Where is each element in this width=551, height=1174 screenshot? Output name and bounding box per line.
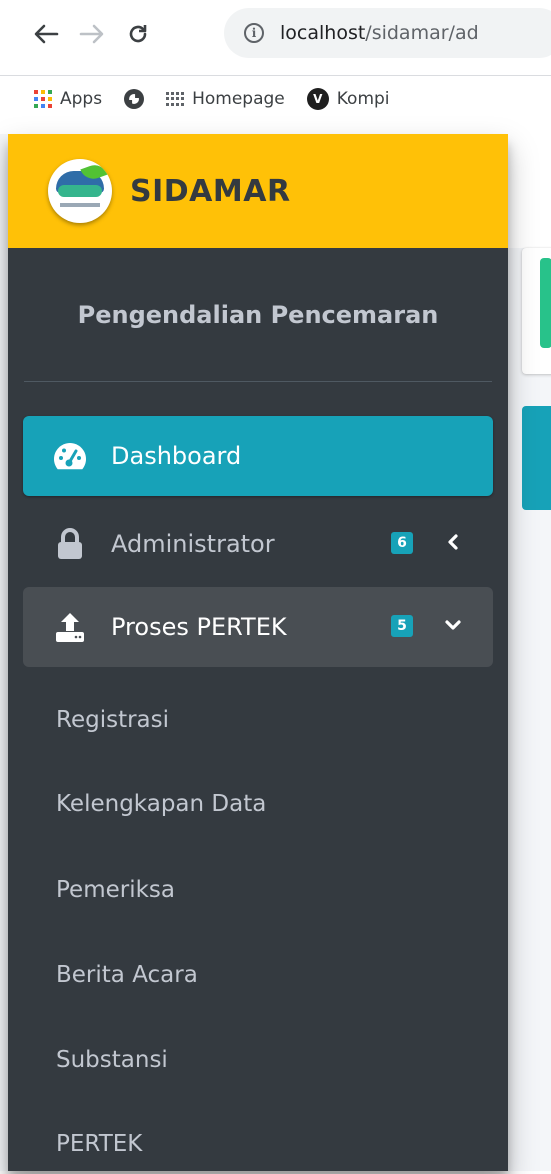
- lock-icon: [53, 527, 87, 561]
- bookmarks-bar: Apps Homepage V Kompi: [0, 76, 551, 122]
- sub-item-label: Substansi: [56, 1047, 168, 1073]
- bookmark-globe[interactable]: [124, 89, 145, 109]
- count-badge: 5: [391, 615, 413, 637]
- address-bar[interactable]: i localhost/sidamar/ad: [224, 8, 551, 58]
- sub-item-label: PERTEK: [56, 1131, 143, 1157]
- nav-label: Dashboard: [111, 442, 242, 470]
- page-area: SIDAMAR Pengendalian Pencemaran Dashboar…: [0, 134, 551, 1171]
- user-panel: Pengendalian Pencemaran: [24, 248, 492, 382]
- back-arrow-icon[interactable]: [30, 18, 62, 50]
- url-text: localhost/sidamar/ad: [280, 22, 479, 44]
- brand-link[interactable]: SIDAMAR: [8, 134, 508, 248]
- content-navbar: [508, 134, 551, 248]
- sub-item-substansi[interactable]: Substansi: [56, 1030, 496, 1090]
- v-logo-icon: V: [306, 88, 329, 110]
- count-badge: 6: [391, 532, 413, 554]
- user-panel-title: Pengendalian Pencemaran: [77, 300, 439, 329]
- apps-grid-icon: [34, 90, 52, 108]
- sub-item-berita-acara[interactable]: Berita Acara: [56, 945, 496, 1005]
- sub-item-label: Pemeriksa: [56, 877, 175, 903]
- nav-label: Proses PERTEK: [111, 613, 287, 641]
- sub-item-label: Registrasi: [56, 707, 170, 733]
- brand-name: SIDAMAR: [130, 173, 291, 209]
- bookmark-label: Homepage: [192, 89, 285, 109]
- content-card-header: [522, 406, 551, 510]
- sub-item-label: Kelengkapan Data: [56, 791, 267, 817]
- homepage-grid-icon: [166, 92, 185, 106]
- forward-arrow-icon[interactable]: [76, 18, 108, 50]
- nav-item-administrator[interactable]: Administrator 6: [23, 504, 493, 584]
- sub-item-kelengkapan-data[interactable]: Kelengkapan Data: [56, 774, 496, 834]
- sub-item-pertek[interactable]: PERTEK: [56, 1114, 496, 1174]
- brand-logo: [48, 159, 112, 223]
- chevron-left-icon[interactable]: [441, 530, 465, 554]
- chevron-down-icon[interactable]: [441, 613, 465, 637]
- bookmark-apps[interactable]: Apps: [34, 89, 102, 109]
- sidebar: SIDAMAR Pengendalian Pencemaran Dashboar…: [8, 134, 508, 1171]
- globe-icon: [124, 89, 145, 109]
- info-icon[interactable]: i: [244, 23, 264, 43]
- sub-item-pemeriksa[interactable]: Pemeriksa: [56, 860, 496, 920]
- bookmark-label: Apps: [60, 89, 103, 109]
- info-box-accent: [540, 258, 551, 348]
- tachometer-icon: [53, 439, 87, 473]
- bookmark-homepage[interactable]: Homepage: [166, 89, 285, 109]
- nav-label: Administrator: [111, 530, 275, 558]
- sub-item-registrasi[interactable]: Registrasi: [56, 690, 496, 750]
- upload-icon: [53, 610, 87, 644]
- sub-item-label: Berita Acara: [56, 962, 198, 988]
- bookmark-kompi[interactable]: V Kompi: [306, 88, 390, 110]
- reload-icon[interactable]: [122, 18, 154, 50]
- bookmark-label: Kompi: [336, 89, 390, 109]
- nav-item-dashboard[interactable]: Dashboard: [23, 416, 493, 496]
- browser-toolbar: i localhost/sidamar/ad: [0, 0, 551, 76]
- info-box: [522, 248, 551, 374]
- nav-item-proses-pertek[interactable]: Proses PERTEK 5: [23, 587, 493, 667]
